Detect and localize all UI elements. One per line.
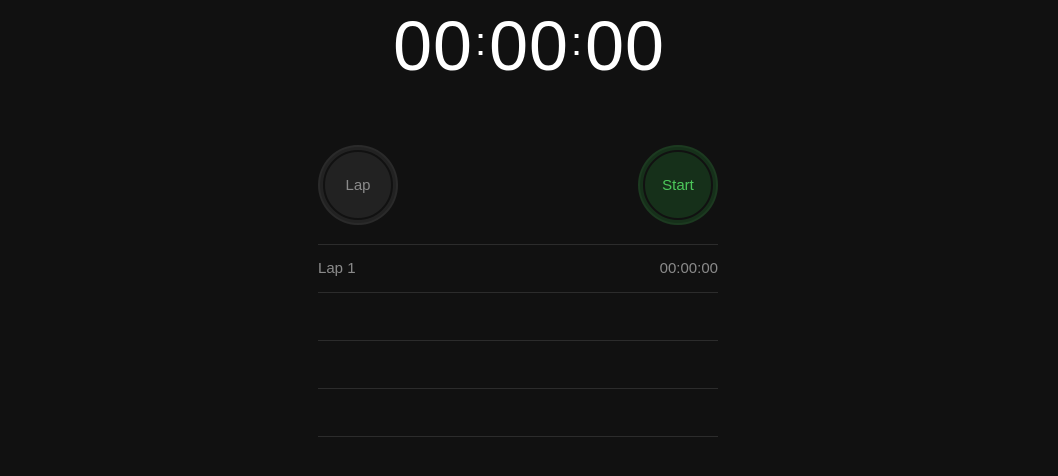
timer-hours: 00 <box>393 7 473 85</box>
controls: Lap Start <box>318 145 718 225</box>
lap-row: Lap 1 00:00:00 <box>318 245 718 293</box>
lap-time: 00:00:00 <box>659 260 718 277</box>
start-button-label: Start <box>662 176 694 194</box>
start-button[interactable]: Start <box>638 145 718 225</box>
timer-seconds: 00 <box>585 7 665 85</box>
stopwatch-page: 00 : 00 : 00 Lap Start Lap 1 00:00:00 <box>0 0 1058 476</box>
lap-list: Lap 1 00:00:00 <box>318 244 718 437</box>
timer-separator: : <box>474 20 488 64</box>
timer-minutes: 00 <box>489 7 569 85</box>
lap-button[interactable]: Lap <box>318 145 398 225</box>
lap-row <box>318 341 718 389</box>
lap-button-label: Lap <box>345 176 371 194</box>
lap-row <box>318 389 718 437</box>
timer-separator: : <box>570 20 584 64</box>
lap-name: Lap 1 <box>318 260 356 277</box>
timer-display: 00 : 00 : 00 <box>0 6 1058 86</box>
lap-row <box>318 293 718 341</box>
